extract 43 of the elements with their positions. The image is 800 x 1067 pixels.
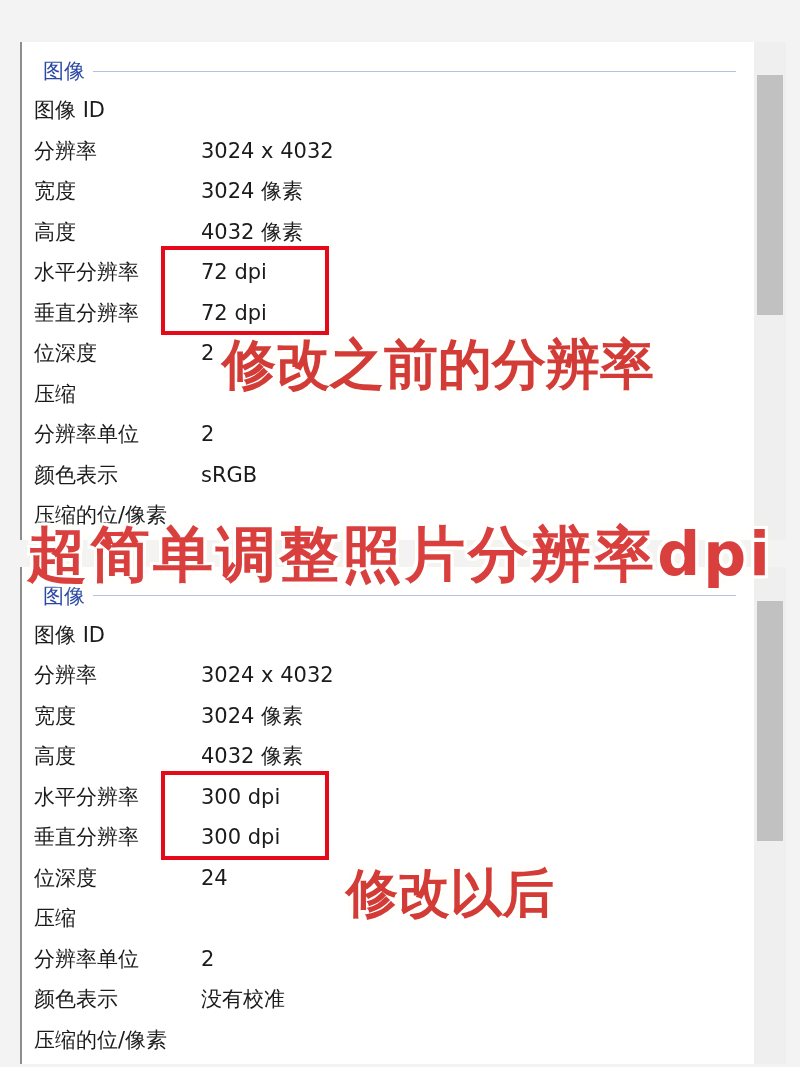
property-value: 72 dpi — [201, 299, 267, 326]
property-value: 3024 像素 — [201, 178, 304, 205]
property-name: 位深度 — [34, 864, 98, 891]
property-name: 图像 ID — [34, 97, 107, 124]
property-value: 2 — [201, 421, 215, 448]
scrollbar-thumb[interactable] — [757, 600, 783, 841]
property-name: 位深度 — [34, 340, 98, 367]
property-name: 分辨率 — [34, 137, 98, 164]
property-value: 3024 x 4032 — [201, 137, 334, 164]
property-value: 4032 像素 — [201, 218, 304, 245]
property-value: 3024 像素 — [201, 702, 304, 729]
property-value: 2 — [201, 945, 215, 972]
property-name: 颜色表示 — [34, 461, 119, 488]
property-name: 颜色表示 — [34, 986, 119, 1013]
property-value: 3024 x 4032 — [201, 662, 334, 689]
property-name: 压缩 — [34, 905, 77, 932]
property-name: 分辨率 — [34, 662, 98, 689]
property-name: 垂直分辨率 — [34, 824, 140, 851]
property-name: 图像 ID — [34, 621, 107, 648]
property-value: 2 — [201, 340, 215, 367]
property-name: 宽度 — [34, 178, 77, 205]
property-name: 分辨率单位 — [34, 945, 140, 972]
property-name: 压缩的位/像素 — [34, 1026, 169, 1053]
property-value: 没有校准 — [201, 986, 285, 1013]
property-value: 300 dpi — [201, 783, 281, 810]
property-name: 高度 — [34, 218, 77, 245]
property-name: 垂直分辨率 — [34, 299, 140, 326]
property-value: 300 dpi — [201, 824, 281, 851]
property-value: sRGB — [201, 461, 258, 488]
scrollbar-thumb[interactable] — [757, 75, 783, 315]
property-name: 水平分辨率 — [34, 259, 140, 286]
annotation-text: 修改以后 — [346, 866, 554, 919]
property-name: 分辨率单位 — [34, 421, 140, 448]
property-name: 高度 — [34, 743, 77, 770]
annotation-text: 修改之前的分辨率 — [222, 338, 654, 392]
section-header: 图像 — [43, 61, 85, 81]
property-name: 压缩 — [34, 380, 77, 407]
section-header: 图像 — [43, 585, 85, 606]
property-value: 72 dpi — [201, 259, 267, 286]
property-name: 宽度 — [34, 702, 77, 729]
property-value: 24 — [201, 864, 228, 891]
property-name: 水平分辨率 — [34, 783, 140, 810]
property-value: 4032 像素 — [201, 743, 304, 770]
